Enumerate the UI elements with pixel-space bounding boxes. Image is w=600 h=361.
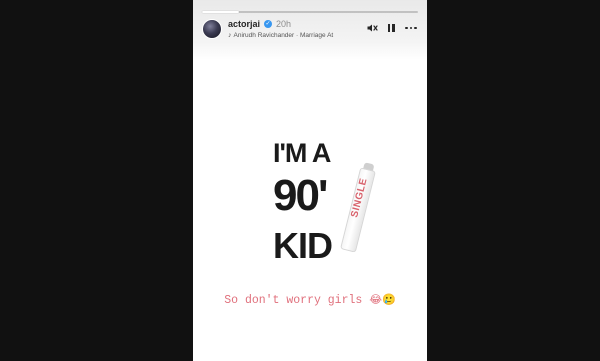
pause-icon: [387, 24, 395, 32]
story-progress-bar: [202, 11, 418, 13]
story-caption: So don't worry girls 😂🥲: [193, 293, 427, 307]
graphic-line-1: I'M A: [273, 138, 331, 168]
story-progress-fill: [202, 11, 239, 13]
graphic-line-3: KID: [273, 225, 333, 266]
mute-button[interactable]: [365, 21, 379, 35]
graphic-line-2: 90': [273, 171, 328, 220]
story-header: actorjai ✓ 20h ♪ Anirudh Ravichander · Ma…: [202, 19, 418, 43]
more-options-button[interactable]: [404, 21, 418, 35]
post-time: 20h: [276, 19, 292, 29]
music-note-icon: ♪: [228, 32, 232, 39]
pause-button[interactable]: [384, 21, 398, 35]
music-text: Anirudh Ravichander · Marriage At: [233, 32, 334, 39]
caption-text: So don't worry girls: [224, 294, 363, 307]
more-options-icon: [405, 26, 417, 30]
volume-mute-icon: [367, 24, 378, 32]
username[interactable]: actorjai: [228, 19, 260, 29]
verified-badge-icon: ✓: [264, 20, 272, 28]
story-viewer[interactable]: actorjai ✓ 20h ♪ Anirudh Ravichander · Ma…: [193, 0, 427, 361]
music-attribution[interactable]: ♪ Anirudh Ravichander · Marriage At: [228, 32, 358, 39]
avatar[interactable]: [202, 19, 222, 39]
caption-emojis: 😂🥲: [369, 293, 396, 306]
